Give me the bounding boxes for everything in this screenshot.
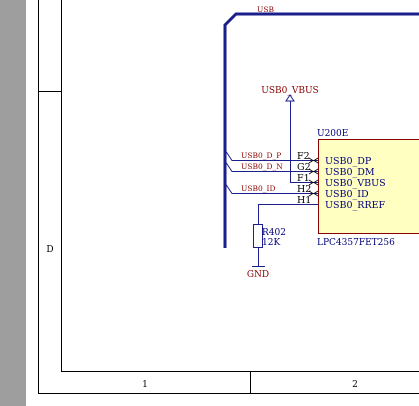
pin-name-usb0-vbus: USB0_VBUS [325, 178, 386, 189]
net-label-usb0-id: USB0_ID [241, 184, 275, 193]
ic-designator: U200E [317, 129, 348, 139]
pin-number-h2: H2 [297, 184, 311, 195]
zone-column-label-1: 1 [142, 380, 148, 390]
bus-label: USB [257, 5, 274, 14]
net-label-usb0-d-p: USB0_D_P [241, 151, 281, 160]
gnd-power-label: GND [247, 270, 269, 280]
sheet-margin [0, 0, 26, 406]
pin-name-usb0-dm: USB0_DM [325, 167, 375, 178]
resistor-designator: R402 [262, 228, 286, 238]
schematic-canvas: D 1 2 USB USB0_VBUS USB0_D_P USB0_D_N US… [0, 0, 419, 406]
pin-number-h1: H1 [297, 195, 311, 206]
pin-name-usb0-id: USB0_ID [325, 189, 369, 200]
rref-wire [258, 204, 318, 224]
ic-part-number: LPC4357FET256 [317, 238, 395, 248]
pin-name-usb0-rref: USB0_RREF [325, 200, 386, 211]
pin-number-f2: F2 [297, 151, 310, 162]
zone-row-label: D [46, 245, 53, 255]
resistor-value: 12K [262, 238, 280, 248]
net-label-usb0-d-n: USB0_D_N [241, 162, 283, 171]
pin-number-f1: F1 [297, 173, 310, 184]
pin-name-usb0-dp: USB0_DP [325, 156, 372, 167]
pin-number-g2: G2 [297, 162, 311, 173]
zone-column-label-2: 2 [352, 380, 358, 390]
